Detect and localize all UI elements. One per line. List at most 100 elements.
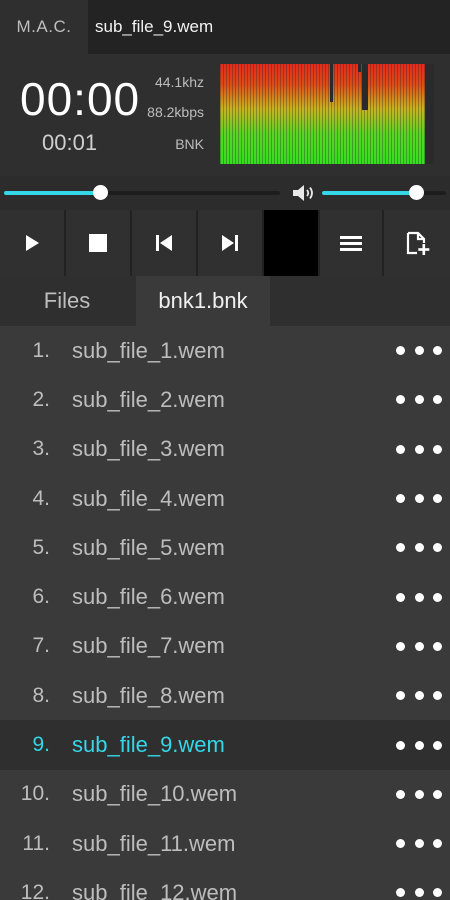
elapsed-time: 00:00 — [20, 73, 141, 125]
list-item-name: sub_file_8.wem — [72, 682, 225, 708]
list-item[interactable]: 8. sub_file_8.wem — [0, 671, 450, 720]
more-dot — [414, 444, 424, 454]
more-dot — [396, 691, 405, 701]
play-icon — [26, 235, 39, 251]
more-options-icon[interactable] — [396, 474, 442, 523]
app-brand[interactable]: M.A.C. — [0, 0, 88, 54]
spectrum-dip — [362, 64, 368, 110]
seek-volume-row — [0, 176, 450, 210]
more-dot — [433, 543, 442, 553]
seek-bar-fill — [4, 191, 100, 195]
more-dot — [414, 691, 424, 701]
player-display: 00:00 00:01 44.1khz 88.2kbps BNK — [0, 54, 450, 176]
list-item-name: sub_file_9.wem — [72, 732, 225, 758]
tab-files[interactable]: Files — [0, 276, 134, 326]
file-format: BNK — [175, 136, 204, 152]
menu-button[interactable] — [320, 210, 384, 276]
list-item[interactable]: 12. sub_file_12.wem — [0, 868, 450, 900]
list-item-number: 7. — [32, 634, 50, 658]
more-dot — [396, 888, 405, 898]
more-dot — [396, 494, 405, 504]
more-options-icon[interactable] — [396, 720, 442, 769]
list-item[interactable]: 10. sub_file_10.wem — [0, 770, 450, 819]
list-item-number: 2. — [32, 387, 50, 411]
list-item-number: 9. — [32, 733, 50, 757]
more-dot — [414, 888, 424, 898]
empty-slot — [264, 210, 320, 276]
more-dot — [414, 543, 424, 553]
sample-rate: 44.1khz — [154, 74, 204, 90]
transport-controls — [0, 210, 450, 276]
list-item-number: 6. — [32, 585, 50, 609]
speaker-icon[interactable] — [291, 182, 317, 204]
more-options-icon[interactable] — [396, 572, 442, 621]
tab-bar: Files bnk1.bnk — [0, 276, 450, 326]
more-dot — [433, 395, 442, 405]
more-options-icon[interactable] — [396, 770, 442, 819]
more-options-icon[interactable] — [396, 671, 442, 720]
more-dot — [414, 740, 424, 750]
skip-previous-icon — [156, 235, 172, 251]
more-options-icon[interactable] — [396, 375, 442, 424]
more-dot — [414, 839, 424, 849]
list-item-name: sub_file_4.wem — [72, 485, 225, 511]
more-dot — [396, 395, 405, 405]
list-item-name: sub_file_10.wem — [72, 781, 238, 807]
more-options-icon[interactable] — [396, 326, 442, 375]
list-item-number: 12. — [20, 880, 50, 900]
more-options-icon[interactable] — [396, 622, 442, 671]
list-item[interactable]: 2. sub_file_2.wem — [0, 375, 450, 424]
list-item[interactable]: 7. sub_file_7.wem — [0, 622, 450, 671]
list-item-number: 5. — [32, 535, 50, 559]
list-item[interactable]: 9. sub_file_9.wem — [0, 720, 450, 770]
more-dot — [433, 592, 442, 602]
seek-handle[interactable] — [93, 185, 108, 200]
playlist: 1. sub_file_1.wem 2. sub_file_2.wem 3. sub_fi… — [0, 326, 450, 900]
more-dot — [433, 444, 442, 454]
more-dot — [433, 888, 442, 898]
list-item-name: sub_file_12.wem — [72, 879, 238, 900]
bitrate: 88.2kbps — [147, 104, 204, 120]
previous-button[interactable] — [132, 210, 198, 276]
more-options-icon[interactable] — [396, 819, 442, 868]
more-dot — [414, 592, 424, 602]
spectrum-visualizer — [220, 64, 434, 164]
list-item[interactable]: 11. sub_file_11.wem — [0, 819, 450, 868]
volume-handle[interactable] — [409, 185, 424, 200]
volume-bar-fill — [322, 191, 416, 195]
more-options-icon[interactable] — [396, 868, 442, 900]
more-dot — [433, 839, 442, 849]
list-item-name: sub_file_6.wem — [72, 584, 225, 610]
list-item[interactable]: 6. sub_file_6.wem — [0, 572, 450, 621]
list-item[interactable]: 4. sub_file_4.wem — [0, 474, 450, 523]
list-item-number: 1. — [32, 338, 50, 362]
app-window: M.A.C. sub_file_9.wem 00:00 00:01 44.1kh… — [0, 0, 450, 900]
next-button[interactable] — [198, 210, 264, 276]
more-options-icon[interactable] — [396, 523, 442, 572]
now-playing-title: sub_file_9.wem — [95, 17, 214, 36]
list-item-number: 11. — [22, 831, 50, 855]
more-dot — [414, 494, 424, 504]
tab-bnk1[interactable]: bnk1.bnk — [136, 276, 270, 326]
spectrum-dip — [330, 64, 333, 102]
total-time: 00:01 — [42, 130, 98, 155]
more-dot — [396, 592, 405, 602]
more-dot — [433, 494, 442, 504]
more-dot — [433, 641, 442, 651]
stop-button[interactable] — [66, 210, 132, 276]
more-dot — [396, 543, 405, 553]
file-add-icon — [406, 231, 430, 255]
spectrum-edge — [425, 64, 434, 164]
more-dot — [396, 444, 405, 454]
list-item-name: sub_file_11.wem — [72, 830, 236, 856]
more-dot — [396, 346, 405, 356]
more-options-icon[interactable] — [396, 425, 442, 474]
add-file-button[interactable] — [384, 210, 450, 276]
list-item[interactable]: 5. sub_file_5.wem — [0, 523, 450, 572]
play-button[interactable] — [0, 210, 66, 276]
stop-icon — [89, 234, 107, 252]
list-item[interactable]: 3. sub_file_3.wem — [0, 425, 450, 474]
list-item[interactable]: 1. sub_file_1.wem — [0, 326, 450, 375]
list-item-name: sub_file_5.wem — [72, 534, 225, 560]
skip-next-icon — [222, 235, 238, 251]
